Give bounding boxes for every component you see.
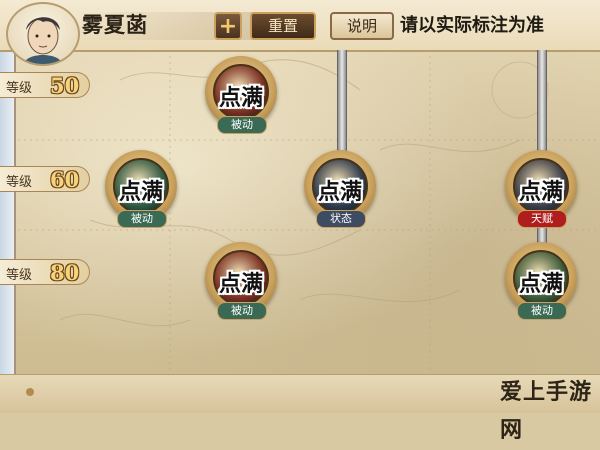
skill-status-label: 点满 [218, 272, 263, 297]
skill-connector [537, 50, 547, 162]
level-value: 50 [50, 73, 80, 98]
skill-type-badge: 被动 [217, 302, 267, 320]
skill-node[interactable]: 被动 点满 [101, 150, 181, 232]
skill-node[interactable]: 被动 点满 [201, 242, 281, 324]
skill-status-label: 点满 [518, 180, 563, 205]
skill-node[interactable]: 天赋 点满 [501, 150, 581, 232]
reset-button[interactable]: 重置 [250, 12, 316, 40]
skill-type-badge: 被动 [517, 302, 567, 320]
skill-status-label: 点满 [218, 86, 263, 111]
skill-node[interactable]: 状态 点满 [300, 150, 380, 232]
skill-node[interactable]: 被动 点满 [201, 56, 281, 138]
hero-name: 雾夏菡 [82, 13, 148, 37]
skill-node[interactable]: 被动 点满 [501, 242, 581, 324]
skill-connector [337, 50, 347, 162]
level-tag-50: 等级 50 [0, 72, 90, 98]
skill-type-badge: 天赋 [517, 210, 567, 228]
level-tag-60: 等级 60 [0, 166, 90, 192]
level-label: 等级 [6, 81, 33, 96]
hero-avatar [6, 2, 80, 66]
skill-type-badge: 被动 [117, 210, 167, 228]
skill-type-badge: 被动 [217, 116, 267, 134]
level-tag-80: 等级 80 [0, 259, 90, 285]
watermark-text: 爱上手游网 [500, 380, 593, 443]
skill-status-label: 点满 [317, 180, 362, 205]
info-button[interactable]: 说明 [330, 12, 394, 40]
level-label: 等级 [6, 268, 33, 283]
add-button[interactable]: + [214, 12, 242, 40]
skill-status-label: 点满 [518, 272, 563, 297]
level-value: 80 [50, 260, 80, 285]
skill-type-badge: 状态 [316, 210, 366, 228]
page-indicator-dot [26, 388, 34, 396]
left-frame [0, 0, 16, 412]
skill-status-label: 点满 [118, 180, 163, 205]
level-label: 等级 [6, 175, 33, 190]
note-text: 请以实际标注为准 [400, 15, 544, 36]
level-value: 60 [50, 167, 80, 192]
